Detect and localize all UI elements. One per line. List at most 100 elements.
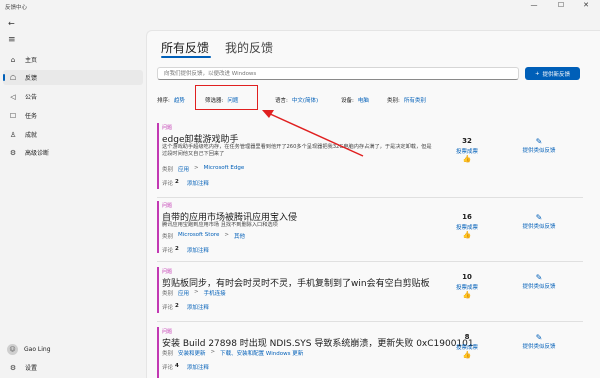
add-comment-link[interactable]: 添加注释 [187,179,209,187]
feedback-title[interactable]: 安装 Build 27898 时出现 NDIS.SYS 导致系统崩溃，更新失败 … [162,336,474,349]
annotation-highlight-box [195,85,258,110]
gear-icon: ⚙ [9,363,17,372]
feedback-title[interactable]: 剪贴板同步，有时会时灵时不灵，手机复制到了win会有空白剪贴板 [162,276,430,289]
category-label: 类别: [387,98,400,104]
problem-tag: 问题 [162,125,173,131]
problem-tag: 问题 [162,269,173,275]
give-similar-feedback-button[interactable]: ✎ 提供类似反馈 [509,137,569,154]
sort-value[interactable]: 趋势 [174,96,185,104]
item-accent-bar [157,201,159,253]
edit-icon: ✎ [535,137,543,146]
device-value[interactable]: 电脑 [358,96,369,104]
tasks-icon: ☐ [9,111,17,120]
comment-count: 2 [175,246,179,252]
comment-count: 2 [175,179,179,185]
thumbs-up-icon: 👍 [462,155,472,163]
sidebar-item-label: 任务 [25,113,38,120]
add-comment-link[interactable]: 添加注释 [187,246,209,254]
divider [157,261,583,262]
item-accent-bar [157,267,159,313]
sidebar-item-label: 主页 [25,57,38,64]
language-filter[interactable]: 语言: 中文(简体) [275,96,318,104]
device-label: 设备: [341,98,354,104]
similar-feedback-label: 提供类似反馈 [522,284,556,290]
feedback-item[interactable]: 问题 安装 Build 27898 时出现 NDIS.SYS 导致系统崩溃，更新… [157,327,583,378]
comment-count: 4 [175,363,179,369]
give-similar-feedback-button[interactable]: ✎ 提供类似反馈 [509,213,569,230]
active-tab-indicator [161,56,211,58]
thumbs-up-icon: 👍 [462,291,472,299]
sidebar-item-feedback[interactable]: ☖ 反馈 [3,70,143,85]
upvote-button[interactable]: 16 投票成票 👍 [447,213,487,239]
vote-label: 投票成票 [455,149,478,155]
category-filter[interactable]: 类别: 所有类别 [387,96,426,104]
feedback-description: 这个游戏助手超级吃内存，在任务管理器里看到他开了260多个呈现器把我32G电脑内… [162,144,432,157]
add-new-feedback-button[interactable]: + 提供新反馈 [525,67,580,80]
problem-tag: 问题 [162,329,173,335]
add-comment-link[interactable]: 添加注释 [187,363,209,371]
back-icon[interactable]: ← [8,19,15,28]
vote-label: 投票成票 [455,345,478,351]
problem-tag: 问题 [162,203,173,209]
tab-all-feedback[interactable]: 所有反馈 [161,39,209,56]
sort-label: 排序: [157,98,170,104]
category-path: 类别 Microsoft Store > 其他 [162,232,245,240]
minimize-button[interactable]: — [526,1,542,9]
vote-count: 16 [462,213,472,221]
sort-filter[interactable]: 排序: 趋势 [157,96,185,104]
give-similar-feedback-button[interactable]: ✎ 提供类似反馈 [509,273,569,290]
add-comment-link[interactable]: 添加注释 [187,303,209,311]
close-button[interactable]: ✕ [578,1,594,9]
vote-label: 投票成票 [455,225,478,231]
sidebar-item-settings[interactable]: ⚙ 设置 [3,360,143,375]
upvote-button[interactable]: 8 投票成票 👍 [447,333,487,359]
item-accent-bar [157,327,159,378]
title-bar: 反馈中心 — ☐ ✕ [0,0,600,14]
trophy-icon: ♙ [9,130,17,139]
feedback-item[interactable]: 问题 剪贴板同步，有时会时灵时不灵，手机复制到了win会有空白剪贴板 类别 应用… [157,267,583,317]
comment-count: 2 [175,303,179,309]
edit-icon: ✎ [535,273,543,282]
give-similar-feedback-button[interactable]: ✎ 提供类似反馈 [509,333,569,350]
sidebar-item-tasks[interactable]: ☐ 任务 [3,108,143,123]
comments-row: 评论 4 添加注释 [162,363,209,371]
search-input[interactable] [157,67,519,80]
feedback-description: 腾讯应用宝跑到应用市场 且找不到删除入口和选项 [162,222,278,228]
sidebar-item-diagnostics[interactable]: ⚙ 高级诊断 [3,145,143,160]
home-icon: ⌂ [10,55,16,64]
upvote-button[interactable]: 32 投票成票 👍 [447,137,487,163]
diagnostics-icon: ⚙ [9,148,17,157]
language-value[interactable]: 中文(简体) [292,96,318,104]
divider [157,321,583,322]
sidebar-item-announcements[interactable]: ◁ 公告 [3,89,143,104]
category-value[interactable]: 所有类别 [404,96,426,104]
sidebar-item-label: 高级诊断 [25,150,50,157]
sidebar-item-home[interactable]: ⌂ 主页 [3,52,143,67]
user-name: Gao Ling [24,346,51,353]
category-path: 类别 应用 > 手机连接 [162,289,226,297]
sidebar-item-label: 成就 [25,132,38,139]
feedback-item[interactable]: 问题 edge卸载游戏助手 这个游戏助手超级吃内存，在任务管理器里看到他开了26… [157,123,583,193]
sidebar-item-achievements[interactable]: ♙ 成就 [3,127,143,142]
thumbs-up-icon: 👍 [462,231,472,239]
thumbs-up-icon: 👍 [462,351,472,359]
category-path: 类别 安装和更新 > 下载、安装和配置 Windows 更新 [162,349,304,357]
sidebar-item-label: 设置 [25,365,38,372]
category-path: 类别 应用 > Microsoft Edge [162,165,245,173]
tab-my-feedback[interactable]: 我的反馈 [225,39,273,56]
comments-row: 评论 2 添加注释 [162,246,209,254]
avatar: ☺ [7,344,18,355]
sidebar: ← ≡ ⌂ 主页 ☖ 反馈 ◁ 公告 ☐ 任务 ♙ 成就 ⚙ 高级诊断 ☺ Ga… [0,14,146,378]
edit-icon: ✎ [535,333,543,342]
vote-label: 投票成票 [455,285,478,291]
feedback-item[interactable]: 问题 自带的应用市场被腾讯应用宝入侵 腾讯应用宝跑到应用市场 且找不到删除入口和… [157,201,583,257]
add-new-feedback-label: 提供新反馈 [542,71,571,78]
megaphone-icon: ◁ [10,92,16,101]
hamburger-menu-icon[interactable]: ≡ [8,35,16,45]
item-accent-bar [157,123,159,189]
device-filter[interactable]: 设备: 电脑 [341,96,369,104]
upvote-button[interactable]: 10 投票成票 👍 [447,273,487,299]
user-profile[interactable]: ☺ Gao Ling [3,342,143,357]
maximize-button[interactable]: ☐ [553,1,569,9]
sidebar-item-label: 反馈 [25,75,38,82]
